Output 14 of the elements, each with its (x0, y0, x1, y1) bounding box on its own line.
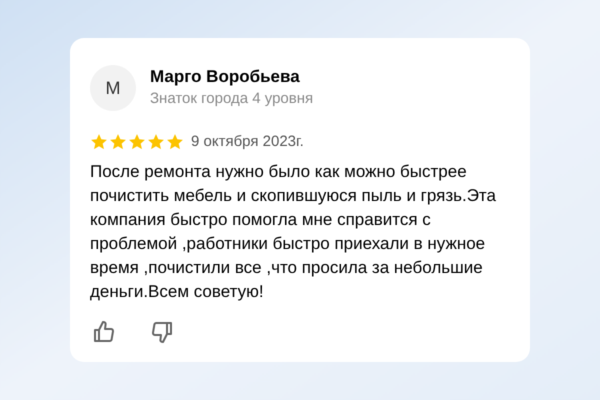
star-icon (109, 133, 127, 152)
thumbs-up-icon (92, 320, 116, 344)
like-button[interactable] (92, 320, 116, 344)
author-name: Марго Воробьева (150, 66, 301, 88)
review-date: 9 октября 2023г. (191, 132, 304, 152)
star-icon (166, 133, 184, 152)
author-level: Знаток города 4 уровня (150, 89, 314, 109)
star-icon (147, 133, 165, 152)
star-icon (128, 133, 146, 152)
dislike-button[interactable] (150, 320, 174, 344)
avatar: М (90, 65, 136, 111)
thumbs-down-icon (150, 320, 174, 344)
review-text: После ремонта нужно было как можно быстрее почистить мебель и скопившуюся пыль и грязь.Эта компания быстро помогла мне справится с проблемой ,работники быстро приехали в нужное время ,почистили все ,что просила за небольшие деньги.Всем советую! (90, 160, 497, 302)
star-icon (90, 133, 108, 152)
